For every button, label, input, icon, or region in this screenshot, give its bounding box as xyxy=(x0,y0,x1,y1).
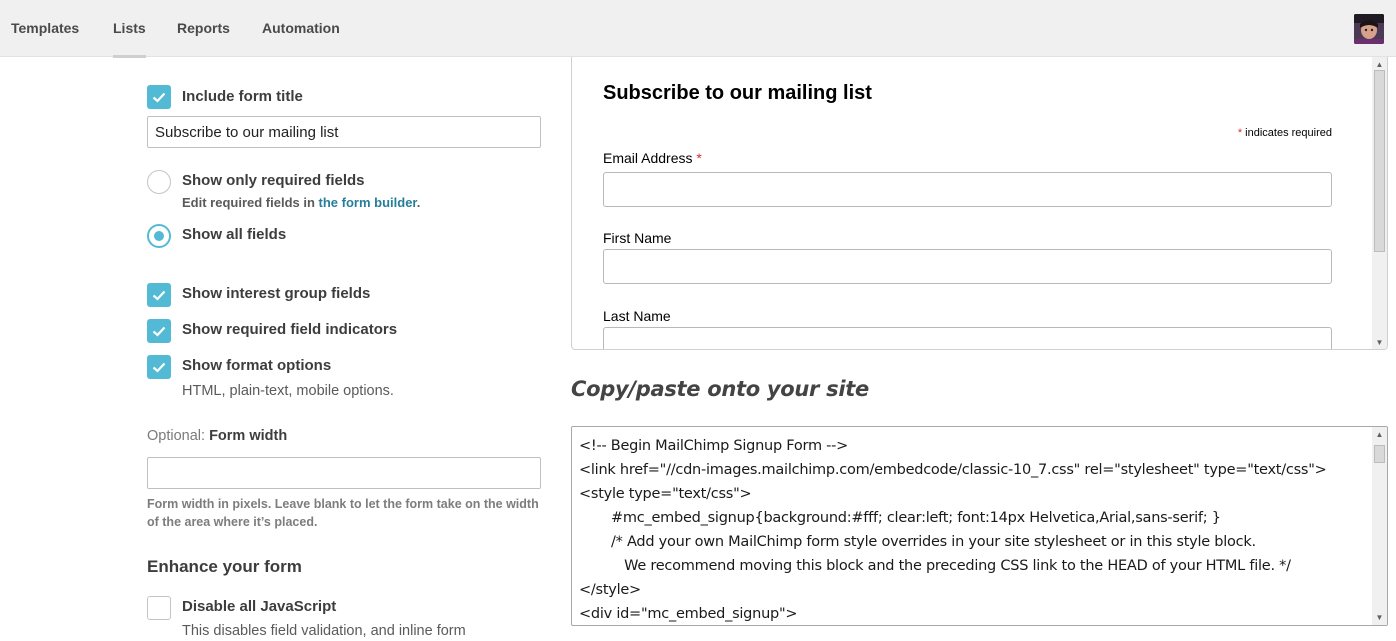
code-line: We recommend moving this block and the p… xyxy=(611,558,1291,574)
embed-code-textarea[interactable]: <!-- Begin MailChimp Signup Form --> <li… xyxy=(571,426,1388,626)
required-note-text: indicates required xyxy=(1245,127,1332,139)
check-icon xyxy=(152,92,166,103)
code-line: </style> xyxy=(579,582,641,598)
form-preview: Subscribe to our mailing list * indicate… xyxy=(571,57,1388,350)
form-builder-link[interactable]: the form builder xyxy=(319,195,417,210)
required-only-help-suffix: . xyxy=(416,195,421,210)
required-indicators-checkbox[interactable] xyxy=(147,319,171,343)
required-asterisk: * xyxy=(1237,127,1243,139)
preview-email-label: Email Address * xyxy=(603,150,702,166)
code-scroll-thumb[interactable] xyxy=(1374,445,1385,463)
email-required-asterisk: * xyxy=(696,150,702,166)
form-width-label: Optional: Form width xyxy=(147,428,287,444)
format-options-label: Show format options xyxy=(182,357,332,374)
required-only-radio[interactable] xyxy=(147,170,171,194)
preview-scroll-thumb[interactable] xyxy=(1374,70,1385,252)
user-avatar[interactable] xyxy=(1354,14,1384,44)
preview-first-name-label: First Name xyxy=(603,230,672,246)
preview-required-note: * indicates required xyxy=(1238,127,1332,139)
code-line: /* Add your own MailChimp form style ove… xyxy=(611,534,1256,550)
form-width-help: Form width in pixels. Leave blank to let… xyxy=(147,497,539,529)
form-width-input[interactable] xyxy=(147,457,541,489)
tab-reports[interactable]: Reports xyxy=(177,0,230,57)
preview-scrollbar[interactable]: ▲ ▼ xyxy=(1372,57,1387,349)
enhance-heading: Enhance your form xyxy=(147,557,302,576)
scroll-up-icon[interactable]: ▲ xyxy=(1372,427,1387,442)
required-only-help: Edit required fields in the form builder… xyxy=(182,195,420,210)
check-icon xyxy=(152,290,166,301)
email-label-text: Email Address xyxy=(603,150,693,166)
code-line: #mc_embed_signup{background:#fff; clear:… xyxy=(611,510,1221,526)
check-icon xyxy=(152,362,166,373)
show-all-fields-radio[interactable] xyxy=(147,224,171,248)
disable-js-label: Disable all JavaScript xyxy=(182,598,337,615)
required-indicators-label: Show required field indicators xyxy=(182,321,398,338)
include-form-title-label: Include form title xyxy=(182,88,303,105)
code-scrollbar[interactable]: ▲ ▼ xyxy=(1372,427,1387,625)
preview-last-name-input[interactable] xyxy=(603,327,1332,349)
code-line: <link href="//cdn-images.mailchimp.com/e… xyxy=(579,462,1327,478)
preview-last-name-label: Last Name xyxy=(603,308,671,324)
disable-js-checkbox[interactable] xyxy=(147,596,171,620)
scroll-down-icon[interactable]: ▼ xyxy=(1372,610,1387,625)
interest-groups-label: Show interest group fields xyxy=(182,285,371,302)
required-only-label: Show only required fields xyxy=(182,172,365,189)
show-all-fields-label: Show all fields xyxy=(182,226,287,243)
scroll-down-icon[interactable]: ▼ xyxy=(1372,335,1387,349)
disable-js-sub: This disables field validation, and inli… xyxy=(182,623,466,639)
required-only-help-text: Edit required fields in xyxy=(182,195,319,210)
check-icon xyxy=(152,326,166,337)
interest-groups-checkbox[interactable] xyxy=(147,283,171,307)
include-form-title-checkbox[interactable] xyxy=(147,85,171,109)
tab-lists[interactable]: Lists xyxy=(113,0,146,58)
copy-paste-heading: Copy/paste onto your site xyxy=(571,377,869,401)
code-line: <style type="text/css"> xyxy=(579,486,752,502)
code-line: <!-- Begin MailChimp Signup Form --> xyxy=(579,438,849,454)
code-line: <div id="mc_embed_signup"> xyxy=(579,606,798,622)
form-title-input[interactable] xyxy=(147,116,541,148)
tab-templates[interactable]: Templates xyxy=(11,0,79,57)
tab-automation[interactable]: Automation xyxy=(262,0,340,57)
preview-email-input[interactable] xyxy=(603,172,1332,207)
format-options-checkbox[interactable] xyxy=(147,355,171,379)
avatar-image xyxy=(1354,14,1384,44)
top-nav: Templates Lists Reports Automation xyxy=(0,0,1396,58)
form-width-title: Form width xyxy=(209,428,288,444)
preview-title: Subscribe to our mailing list xyxy=(603,82,872,104)
preview-first-name-input[interactable] xyxy=(603,249,1332,284)
form-width-optional: Optional: xyxy=(147,428,210,444)
format-options-sub: HTML, plain-text, mobile options. xyxy=(182,383,394,399)
